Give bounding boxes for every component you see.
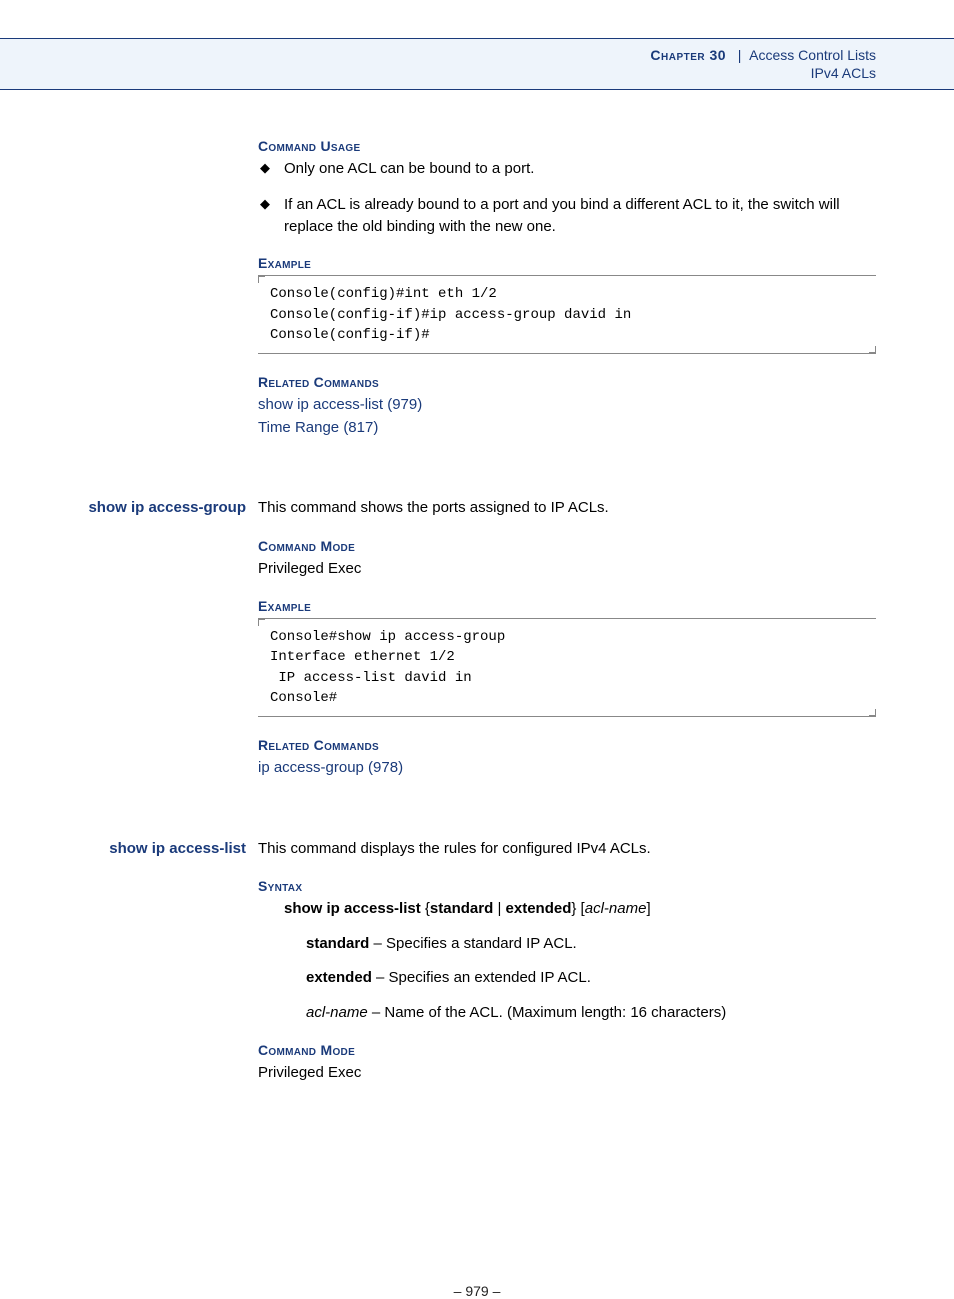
command-mode-value-2: Privileged Exec (258, 558, 876, 581)
margin-title-3: show ip access-list (78, 838, 258, 859)
command-mode-heading-3: Command Mode (258, 1042, 876, 1058)
syntax-cmd: show ip access-list (284, 900, 421, 917)
usage-bullet-2: If an ACL is already bound to a port and… (258, 194, 876, 238)
usage-bullets: Only one ACL can be bound to a port. If … (258, 158, 876, 237)
chapter-label: Chapter 30 (650, 47, 726, 63)
body-col-2: This command shows the ports assigned to… (258, 497, 876, 818)
code-example-2: Console#show ip access-group Interface e… (258, 618, 876, 717)
page-body: Command Usage Only one ACL can be bound … (0, 90, 954, 1299)
syntax-params: standard – Specifies a standard IP ACL. … (306, 933, 876, 1025)
header-separator: | (730, 47, 749, 63)
header-subtitle: IPv4 ACLs (20, 65, 876, 81)
page-header: Chapter 30 | Access Control Lists IPv4 A… (0, 38, 954, 90)
link-show-ip-access-list[interactable]: show ip access-list (979) (258, 396, 422, 413)
syntax-heading: Syntax (258, 878, 876, 894)
code-example-1: Console(config)#int eth 1/2 Console(conf… (258, 275, 876, 354)
body-col-1: Command Usage Only one ACL can be bound … (258, 138, 876, 477)
syntax-command-line: show ip access-list {standard | extended… (284, 898, 876, 921)
param-standard: standard – Specifies a standard IP ACL. (306, 933, 876, 956)
syntax-body: show ip access-list {standard | extended… (284, 898, 876, 1024)
section-show-ip-access-group: show ip access-group This command shows … (78, 497, 876, 818)
param-aclname: acl-name – Name of the ACL. (Maximum len… (306, 1002, 876, 1025)
usage-bullet-1: Only one ACL can be bound to a port. (258, 158, 876, 180)
related-heading-1: Related Commands (258, 374, 876, 390)
link-ip-access-group[interactable]: ip access-group (978) (258, 759, 403, 776)
header-title: Access Control Lists (749, 47, 876, 63)
intro-3: This command displays the rules for conf… (258, 838, 876, 861)
command-usage-heading: Command Usage (258, 138, 876, 154)
link-time-range[interactable]: Time Range (817) (258, 419, 378, 436)
command-mode-value-3: Privileged Exec (258, 1062, 876, 1085)
header-line-1: Chapter 30 | Access Control Lists (20, 47, 876, 63)
body-col-3: This command displays the rules for conf… (258, 838, 876, 1103)
margin-title-2: show ip access-group (78, 497, 258, 518)
example-heading-2: Example (258, 598, 876, 614)
section-show-ip-access-list: show ip access-list This command display… (78, 838, 876, 1103)
command-mode-heading-2: Command Mode (258, 538, 876, 554)
intro-2: This command shows the ports assigned to… (258, 497, 876, 520)
related-heading-2: Related Commands (258, 737, 876, 753)
page-number: – 979 – (78, 1283, 876, 1299)
section-continuation: Command Usage Only one ACL can be bound … (78, 138, 876, 477)
related-commands-1: Related Commands show ip access-list (97… (258, 374, 876, 439)
related-commands-2: Related Commands ip access-group (978) (258, 737, 876, 780)
example-heading-1: Example (258, 255, 876, 271)
param-extended: extended – Specifies an extended IP ACL. (306, 967, 876, 990)
